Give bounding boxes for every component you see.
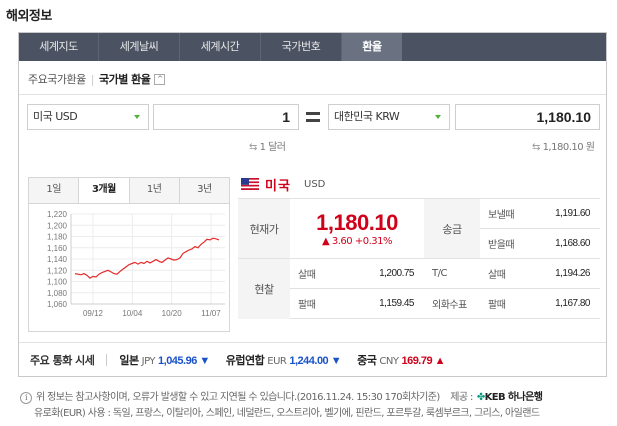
tc-buy-value: 1,194.26: [538, 258, 600, 289]
major-currency-jpy[interactable]: 일본 JPY 1,045.96 ▼: [119, 352, 210, 368]
divider: [19, 94, 606, 95]
subnav-country-rates[interactable]: 국가별 환율: [99, 71, 151, 87]
rate-line-chart: 1,220 1,200 1,180 1,160 1,140 1,120 1,100 1,080…: [47, 210, 225, 318]
table-row: 팔때 1,159.45 외화수표 팔때 1,167.80: [238, 288, 600, 319]
to-currency-select[interactable]: 대한민국 KRW: [328, 104, 450, 130]
tab-world-map[interactable]: 세계지도: [19, 33, 99, 61]
from-currency-label: 미국 USD: [33, 110, 78, 123]
from-currency-select[interactable]: 미국 USD: [27, 104, 149, 130]
check-sell-label: 팔때: [480, 288, 538, 319]
y-tick-label: 1,200: [47, 221, 68, 230]
footer-notice: i위 정보는 참고사항이며, 오류가 발생할 수 있고 지연될 수 있습니다.(…: [20, 388, 543, 404]
rate-table: 현재가 1,180.10 ▲ 3.60 +0.31% 송금 보낼때 1,191.…: [238, 198, 600, 319]
send-label: 보낼때: [480, 198, 538, 229]
us-flag-icon: [241, 178, 259, 190]
y-tick-label: 1,080: [47, 289, 68, 298]
check-label: 외화수표: [424, 288, 480, 319]
tab-bar: 세계지도 세계날씨 세계시간 국가번호 환율: [19, 33, 606, 61]
cash-buy-label: 살때: [290, 258, 360, 289]
x-tick-label: 11/07: [201, 309, 221, 318]
y-tick-label: 1,140: [47, 255, 68, 264]
tc-buy-label: 살때: [480, 258, 538, 289]
table-row: 현재가 1,180.10 ▲ 3.60 +0.31% 송금 보낼때 1,191.…: [238, 198, 600, 259]
rate-change: ▲ 3.60 +0.31%: [322, 236, 392, 247]
period-tabs: 1일 3개월 1년 3년: [29, 178, 229, 204]
y-tick-label: 1,220: [47, 210, 68, 219]
y-tick-label: 1,100: [47, 278, 68, 287]
x-tick-label: 10/20: [162, 309, 183, 318]
major-currencies-title: 주요 통화 시세: [30, 353, 95, 367]
to-currency-label: 대한민국 KRW: [334, 110, 400, 123]
to-unit: ⇆ 1,180.10 원: [532, 142, 595, 153]
period-3m[interactable]: 3개월: [79, 178, 130, 203]
chevron-down-icon: [134, 115, 140, 119]
major-currency-cny[interactable]: 중국 CNY 169.79 ▲: [357, 352, 445, 368]
y-tick-label: 1,180: [47, 233, 68, 242]
period-1d[interactable]: 1일: [29, 178, 80, 203]
major-currency-eur[interactable]: 유럽연합 EUR 1,244.00 ▼: [226, 352, 342, 368]
current-price-label: 현재가: [238, 198, 290, 259]
rate-chart-box: 1일 3개월 1년 3년 1,220 1,200 1,180 1,160 1,140 1,…: [28, 177, 230, 332]
keb-logo-icon: ✤: [476, 392, 485, 403]
chevron-down-icon: [435, 115, 441, 119]
receive-value: 1,168.60: [538, 228, 600, 259]
remit-label: 송금: [424, 198, 480, 259]
x-tick-label: 09/12: [83, 309, 104, 318]
y-tick-label: 1,160: [47, 244, 68, 253]
major-currencies-bar: 주요 통화 시세 일본 JPY 1,045.96 ▼ 유럽연합 EUR 1,24…: [19, 342, 606, 376]
check-sell-value: 1,167.80: [538, 288, 600, 319]
rate-series-line: [74, 237, 220, 279]
provider-logo: ✤KEB 하나은행: [476, 392, 543, 403]
from-amount-input[interactable]: 1: [153, 104, 299, 130]
y-tick-label: 1,120: [47, 266, 68, 275]
exchange-panel: 세계지도 세계날씨 세계시간 국가번호 환율 주요국가환율 | 국가별 환율 ^…: [18, 32, 607, 377]
country-code: USD: [304, 179, 326, 190]
cash-label: 현찰: [238, 258, 290, 319]
collapse-toggle-icon[interactable]: ^: [154, 73, 166, 85]
tc-label: T/C: [424, 258, 480, 289]
tab-exchange-rate[interactable]: 환율: [342, 33, 402, 61]
x-tick-label: 10/04: [122, 309, 143, 318]
separator: [106, 353, 108, 366]
tab-country-code[interactable]: 국가번호: [261, 33, 342, 61]
cash-sell-label: 팔때: [290, 288, 360, 319]
cash-sell-value: 1,159.45: [360, 288, 424, 319]
swap-icon: ⇆: [249, 142, 260, 153]
subnav-separator: |: [90, 72, 95, 86]
info-icon: i: [20, 392, 32, 404]
country-name: 미국: [265, 179, 291, 194]
swap-icon: ⇆: [532, 142, 543, 153]
send-value: 1,191.60: [538, 198, 600, 229]
to-amount-input[interactable]: 1,180.10: [455, 104, 600, 130]
equals-icon: [306, 112, 320, 122]
period-3y[interactable]: 3년: [179, 178, 229, 203]
current-rate: 1,180.10: [316, 210, 398, 235]
cash-buy-value: 1,200.75: [360, 258, 424, 289]
tab-world-time[interactable]: 세계시간: [180, 33, 261, 61]
subnav-major-rates[interactable]: 주요국가환율: [28, 71, 86, 87]
tab-world-weather[interactable]: 세계날씨: [99, 33, 180, 61]
from-unit: ⇆ 1 달러: [249, 142, 286, 153]
table-row: 현찰 살때 1,200.75 T/C 살때 1,194.26: [238, 258, 600, 319]
subnav: 주요국가환율 | 국가별 환율 ^: [28, 71, 166, 87]
y-tick-label: 1,060: [47, 300, 68, 309]
current-price-cell: 1,180.10 ▲ 3.60 +0.31%: [290, 198, 424, 259]
footer-euro-note: 유로화(EUR) 사용 : 독일, 프랑스, 이탈리아, 스페인, 네덜란드, …: [34, 408, 540, 419]
receive-label: 받을때: [480, 228, 538, 259]
period-1y[interactable]: 1년: [129, 178, 180, 203]
page-title: 해외정보: [6, 9, 52, 24]
